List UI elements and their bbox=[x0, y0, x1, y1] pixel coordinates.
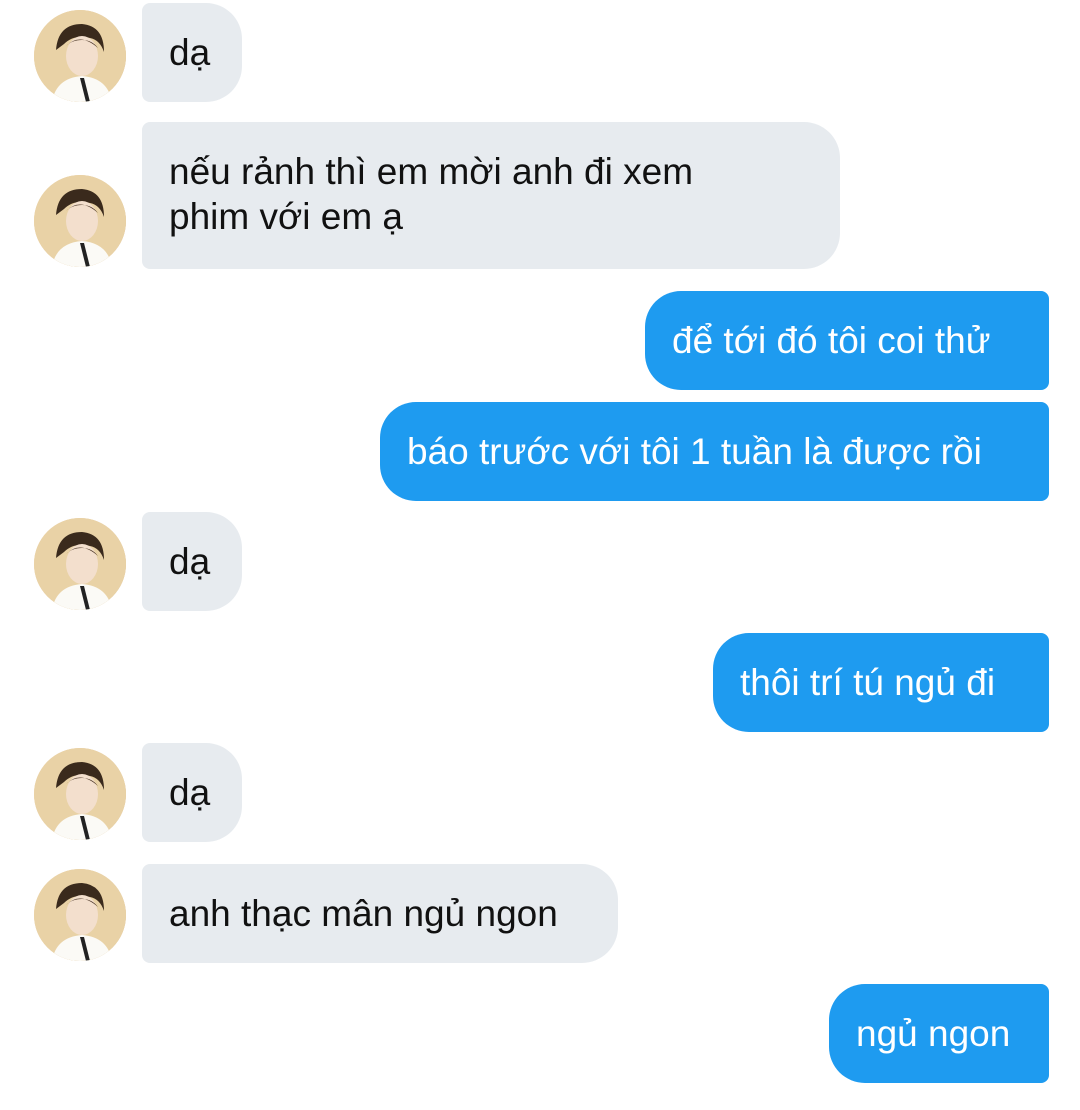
message-bubble[interactable]: ngủ ngon bbox=[829, 984, 1049, 1083]
message-row-outgoing: ngủ ngon bbox=[0, 0, 1080, 1100]
